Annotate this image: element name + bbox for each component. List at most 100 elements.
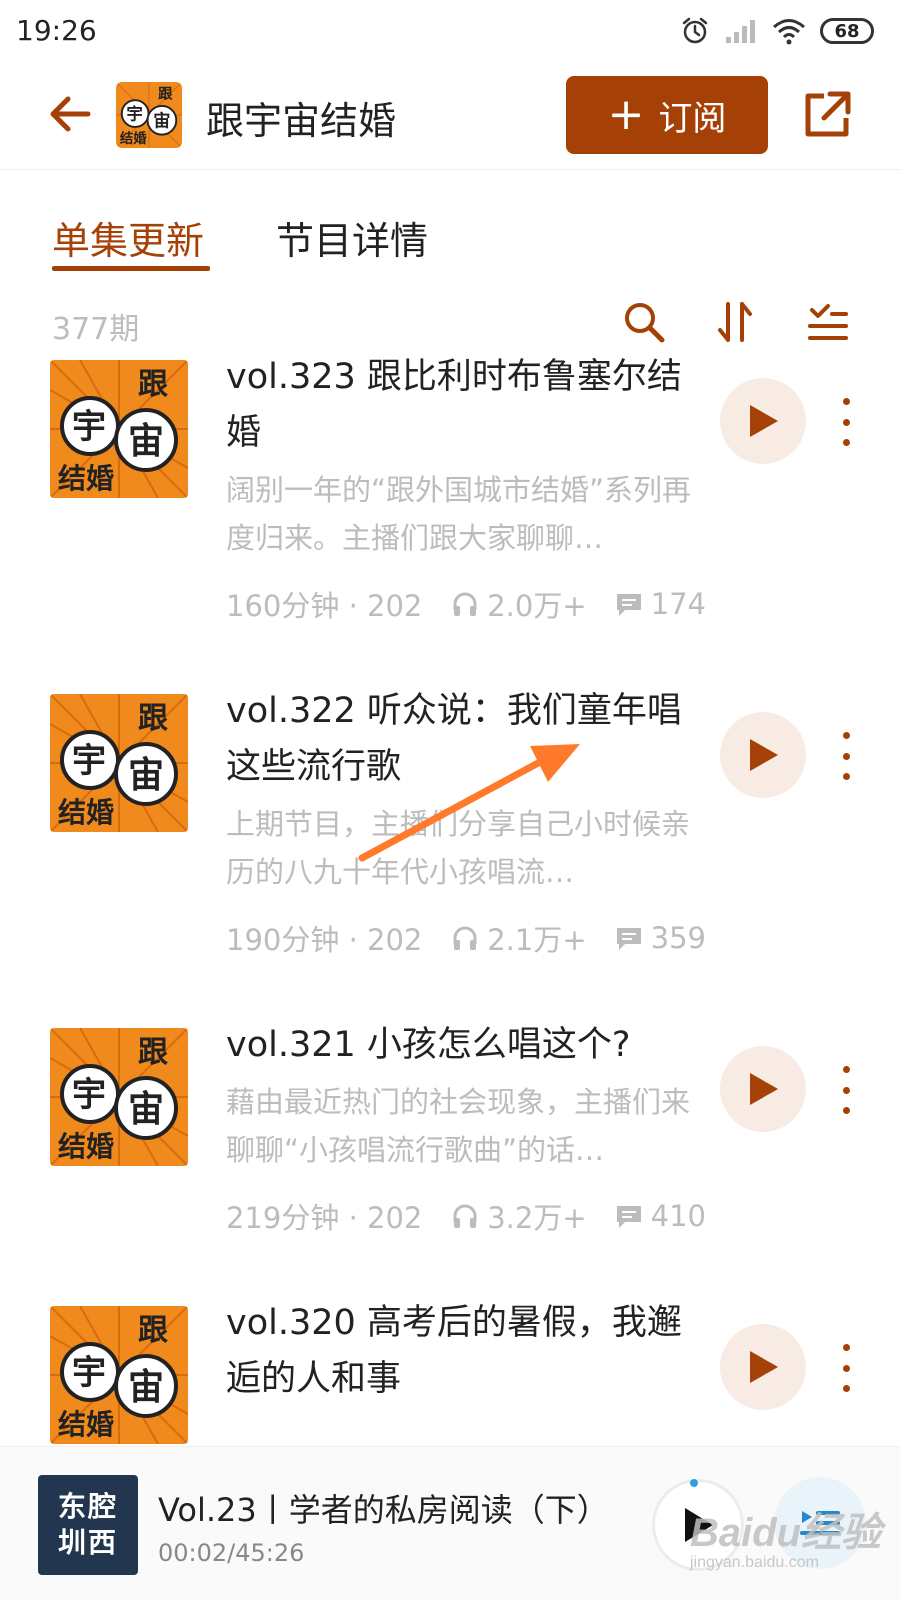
play-icon [750, 405, 778, 437]
episode-title[interactable]: vol.320 高考后的暑假，我邂逅的人和事 [226, 1295, 696, 1407]
share-button[interactable] [800, 88, 854, 142]
progress-indicator [690, 1479, 698, 1487]
more-dot [842, 398, 850, 405]
more-options-button[interactable] [836, 398, 856, 446]
play-button[interactable] [720, 378, 806, 464]
back-button[interactable] [46, 90, 94, 138]
tab-program-details[interactable]: 节目详情 [276, 210, 428, 265]
play-button[interactable] [720, 1324, 806, 1410]
more-dot [842, 1344, 850, 1351]
svg-text:跟: 跟 [138, 701, 168, 736]
tab-episode-updates[interactable]: 单集更新 [52, 210, 204, 265]
back-arrow-icon [50, 96, 91, 132]
svg-text:宙: 宙 [128, 755, 164, 796]
now-playing-cover-text: 圳西 [57, 1526, 118, 1559]
episode-title[interactable]: vol.321 小孩怎么唱这个? [226, 1017, 696, 1073]
svg-text:结婚: 结婚 [58, 1408, 114, 1441]
more-dot [842, 439, 850, 446]
search-icon [625, 303, 665, 343]
episode-description: 上期节目，主播们分享自己小时候亲历的八九十年代小孩唱流… [226, 807, 691, 889]
episode-list: 跟 宇 宙 结婚 vol.323 跟比利时布鲁塞尔结婚 阔别一年的“跟外国城市结… [0, 356, 900, 1446]
more-dot [842, 752, 850, 760]
episode-cover: 跟 宇 宙 结婚 [50, 694, 188, 832]
subscribe-label: 订阅 [658, 98, 727, 139]
episode-description: 藉由最近热门的社会现象，主播们来聊聊“小孩唱流行歌曲”的话… [226, 1085, 691, 1167]
episode-cover: 跟 宇 宙 结婚 [50, 1306, 188, 1444]
cellular-signal-icon [726, 20, 755, 43]
episode-item[interactable]: 跟 宇 宙 结婚 vol.322 听众说：我们童年唱这些流行歌 上期节目，主播们… [0, 690, 900, 990]
play-icon [750, 1073, 778, 1105]
svg-text:跟: 跟 [138, 1035, 168, 1070]
podcast-cover-thumbnail: 跟 宇 宙 结婚 [116, 82, 182, 148]
now-playing-time: 00:02/45:26 [158, 1539, 305, 1567]
headphones-icon [451, 924, 479, 952]
episode-meta: 219分钟 · 202… 3.2万+ 410 [226, 1196, 706, 1236]
more-dot [842, 1107, 850, 1114]
episode-comment-count: 410 [650, 1199, 706, 1233]
now-playing-cover-text: 东腔 [57, 1490, 118, 1523]
svg-text:结婚: 结婚 [120, 130, 147, 147]
watermark-logo: Baidu经验 jingyan.baidu.com [690, 1511, 882, 1571]
svg-text:宙: 宙 [128, 421, 164, 462]
svg-text:宙: 宙 [128, 1367, 164, 1408]
episode-comment-count: 174 [650, 587, 706, 621]
svg-text:宇: 宇 [72, 741, 106, 781]
episode-duration-date: 160分钟 · 202… [226, 589, 423, 623]
episode-item[interactable]: 跟 宇 宙 结婚 vol.323 跟比利时布鲁塞尔结婚 阔别一年的“跟外国城市结… [0, 356, 900, 656]
episode-title[interactable]: vol.322 听众说：我们童年唱这些流行歌 [226, 683, 696, 795]
active-tab-indicator [52, 266, 210, 271]
sort-icon [718, 302, 752, 342]
episode-cover: 跟 宇 宙 结婚 [50, 1028, 188, 1166]
episode-count: 377期 [52, 312, 140, 347]
svg-text:跟: 跟 [138, 367, 168, 402]
play-icon [750, 739, 778, 771]
comment-icon [615, 590, 643, 618]
plus-icon: + [607, 89, 645, 140]
episode-play-count: 2.0万+ [487, 589, 587, 623]
more-dot [842, 1066, 850, 1073]
more-dot [842, 418, 850, 426]
wifi-icon [773, 19, 805, 45]
more-dot [842, 732, 850, 739]
share-icon [805, 91, 851, 137]
episode-description: 阔别一年的“跟外国城市结婚”系列再度归来。主播们跟大家聊聊… [226, 473, 692, 555]
comment-icon [615, 924, 643, 952]
batch-select-button[interactable] [806, 300, 850, 344]
battery-indicator: 68 [820, 18, 874, 44]
play-button[interactable] [720, 712, 806, 798]
episode-meta: 160分钟 · 202… 2.0万+ 174 [226, 584, 706, 624]
podcast-title: 跟宇宙结婚 [206, 99, 397, 143]
status-time: 19:26 [16, 14, 97, 47]
search-button[interactable] [622, 300, 666, 344]
episode-comment-count: 359 [650, 921, 706, 955]
status-icons: 68 [680, 14, 874, 48]
more-options-button[interactable] [836, 1066, 856, 1114]
checklist-icon [808, 304, 848, 340]
play-button[interactable] [720, 1046, 806, 1132]
more-options-button[interactable] [836, 732, 856, 780]
episode-item[interactable]: 跟 宇 宙 结婚 vol.321 小孩怎么唱这个? 藉由最近热门的社会现象，主播… [0, 1024, 900, 1284]
episode-play-count: 3.2万+ [487, 1201, 587, 1235]
alarm-icon [682, 17, 708, 44]
more-dot [842, 1364, 850, 1372]
episode-cover: 跟 宇 宙 结婚 [50, 360, 188, 498]
svg-text:跟: 跟 [158, 85, 173, 102]
episode-play-count: 2.1万+ [487, 923, 587, 957]
subscribe-button[interactable]: + 订阅 [566, 76, 768, 154]
more-dot [842, 773, 850, 780]
headphones-icon [451, 590, 479, 618]
svg-text:结婚: 结婚 [58, 462, 114, 495]
sort-button[interactable] [714, 300, 758, 344]
svg-text:宇: 宇 [72, 1075, 106, 1115]
now-playing-cover: 东腔 圳西 [38, 1475, 138, 1575]
episode-title[interactable]: vol.323 跟比利时布鲁塞尔结婚 [226, 356, 696, 461]
svg-text:宙: 宙 [153, 110, 170, 131]
svg-text:跟: 跟 [138, 1313, 168, 1348]
more-dot [842, 1385, 850, 1392]
comment-icon [615, 1202, 643, 1230]
svg-text:结婚: 结婚 [58, 1130, 114, 1163]
episode-duration-date: 190分钟 · 202… [226, 923, 423, 957]
more-options-button[interactable] [836, 1344, 856, 1392]
play-icon [750, 1351, 778, 1383]
episode-item[interactable]: 跟 宇 宙 结婚 vol.320 高考后的暑假，我邂逅的人和事 [0, 1302, 900, 1446]
